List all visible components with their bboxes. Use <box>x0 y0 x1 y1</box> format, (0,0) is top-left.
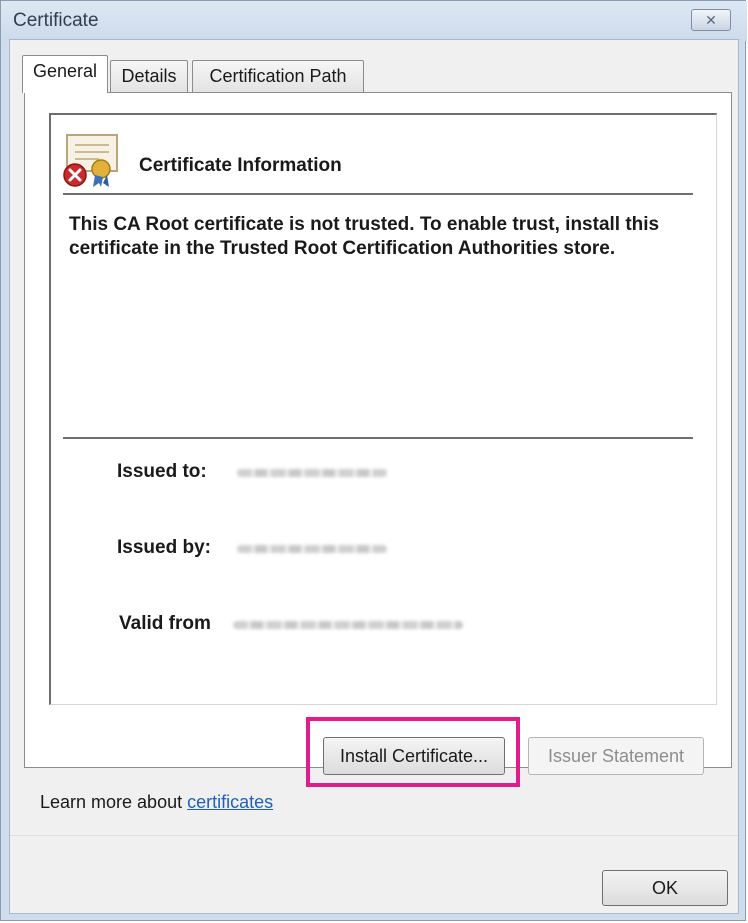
trust-message: This CA Root certificate is not trusted.… <box>69 214 660 259</box>
general-tab-panel: Certificate Information This CA Root cer… <box>24 92 732 768</box>
issued-to-label: Issued to: <box>117 461 207 482</box>
certificate-information-heading: Certificate Information <box>139 155 342 176</box>
ok-button[interactable]: OK <box>602 870 728 906</box>
tab-general-label: General <box>32 61 98 81</box>
install-certificate-label: Install Certificate... <box>339 746 489 766</box>
dialog-body: General Details Certification Path Certi… <box>9 39 739 914</box>
tab-certification-path-label: Certification Path <box>209 66 347 86</box>
ok-label: OK <box>651 878 678 898</box>
issued-to-value <box>237 469 387 477</box>
install-certificate-button[interactable]: Install Certificate... <box>323 737 505 775</box>
certificate-error-icon <box>63 134 118 187</box>
heading-divider <box>63 193 693 195</box>
tab-details[interactable]: Details <box>110 60 188 92</box>
window-title: Certificate <box>13 10 99 31</box>
certificates-link[interactable]: certificates <box>187 792 273 812</box>
valid-from-label: Valid from <box>119 613 211 634</box>
certificate-dialog: Certificate ✕ General Details Certificat… <box>0 0 747 921</box>
issued-by-value <box>237 545 387 553</box>
certificate-info-frame: Certificate Information This CA Root cer… <box>49 113 717 705</box>
tab-certification-path[interactable]: Certification Path <box>192 60 364 92</box>
tab-details-label: Details <box>121 66 177 86</box>
issuer-statement-label: Issuer Statement <box>547 746 685 766</box>
footer-separator <box>10 835 738 836</box>
learn-more-text: Learn more about certificates <box>40 792 273 813</box>
tab-general[interactable]: General <box>22 55 108 93</box>
close-button[interactable]: ✕ <box>691 9 731 31</box>
details-divider <box>63 437 693 439</box>
learn-more-prefix: Learn more about <box>40 792 188 812</box>
issued-by-label: Issued by: <box>117 537 211 558</box>
valid-from-value <box>233 621 463 629</box>
issuer-statement-button[interactable]: Issuer Statement <box>528 737 704 775</box>
title-bar[interactable]: Certificate ✕ <box>1 1 747 41</box>
close-icon: ✕ <box>705 12 717 28</box>
